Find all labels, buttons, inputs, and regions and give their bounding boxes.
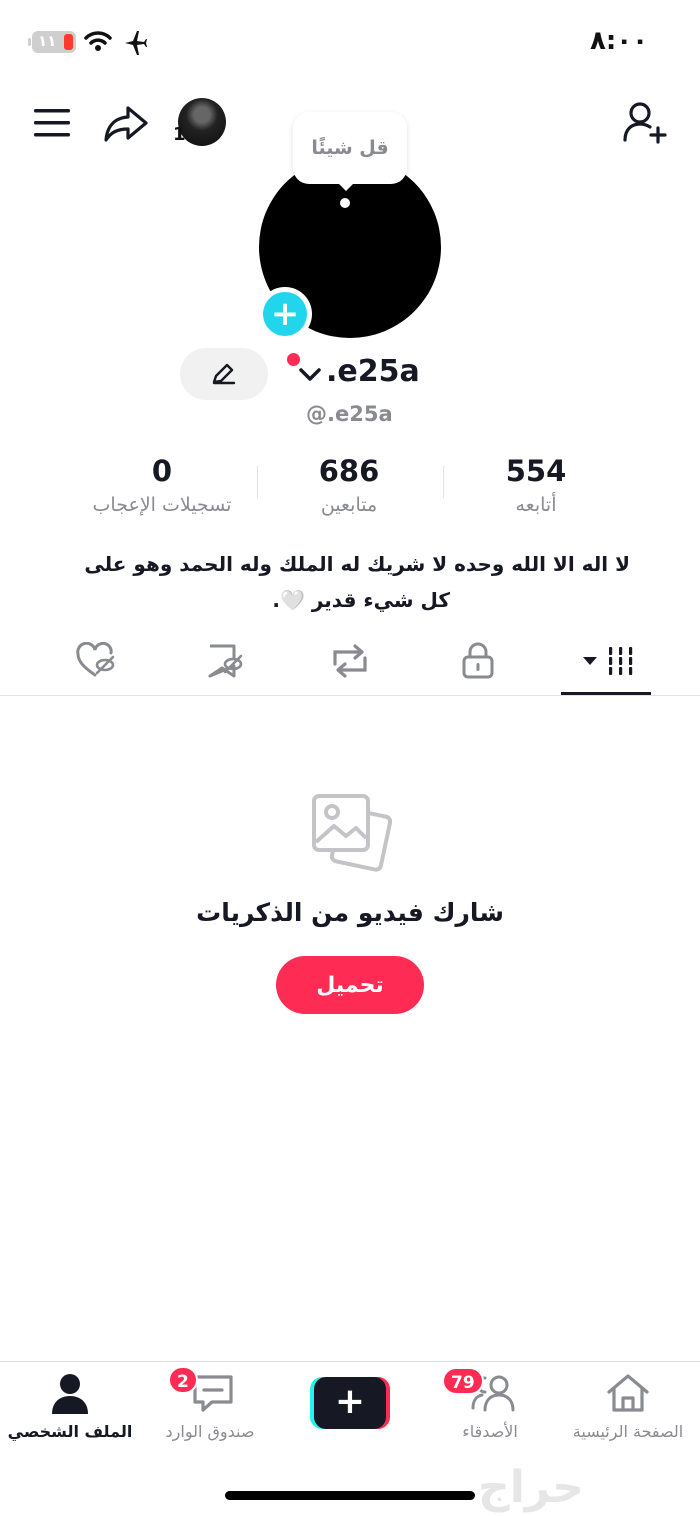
note-bubble[interactable]: قل شيئًا [293,112,407,184]
note-bubble-tail [337,182,355,191]
bottom-nav-divider [0,1361,700,1362]
battery-icon: ١١ [28,31,76,53]
notification-dot [287,353,300,366]
likes-stat[interactable]: 0 تسجيلات الإعجاب [62,454,262,516]
following-stat[interactable]: 554 أتابعه [436,454,636,516]
create-plus-icon: + [314,1377,386,1429]
watermark-logo: حراج [478,1462,584,1513]
inbox-badge: 2 [168,1366,198,1394]
bio: لا اله الا الله وحده لا شريك له الملك ول… [40,546,630,618]
username: @.e25a [306,402,393,426]
empty-state-title: شارك فيديو من الذكريات [196,898,504,927]
photos-icon [312,794,392,872]
bio-line: لا اله الا الله وحده لا شريك له الملك ول… [84,552,630,576]
create-button[interactable]: + [310,1377,390,1429]
tab-reposts[interactable] [310,638,390,684]
plus-icon: + [263,292,307,336]
friends-badge: 79 [442,1367,484,1395]
nav-home-label: الصفحة الرئيسية [572,1422,684,1441]
story-count: 1 [173,124,186,145]
tab-videos[interactable] [566,638,646,684]
nav-inbox-label: صندوق الوارد [165,1422,255,1441]
following-label: أتابعه [515,494,557,516]
tab-private[interactable] [438,638,518,684]
likes-label: تسجيلات الإعجاب [92,494,232,516]
nav-inbox[interactable]: 2 صندوق الوارد [140,1366,280,1452]
profile-icon [52,1374,88,1414]
nav-profile[interactable]: الملف الشخصي [0,1372,140,1452]
followers-count: 686 [318,454,380,488]
followers-stat[interactable]: 686 متابعين [249,454,449,516]
edit-profile-button[interactable] [180,348,268,400]
liked-hidden-icon [76,642,115,677]
share-arrow-icon[interactable] [102,102,150,146]
bio-line: كل شيء قدير 🤍. [272,588,450,612]
home-icon [607,1374,649,1412]
lock-icon [462,642,494,679]
followers-label: متابعين [320,494,378,516]
pencil-icon [212,363,236,385]
upload-button[interactable]: تحميل [276,956,424,1014]
tab-divider [0,695,700,696]
wifi-icon [84,31,112,51]
favorites-hidden-icon [208,644,243,678]
airplane-icon [125,31,147,55]
tab-favorites[interactable] [184,638,264,684]
tab-liked[interactable] [56,638,136,684]
following-count: 554 [505,454,567,488]
nav-profile-label: الملف الشخصي [7,1422,133,1441]
nav-friends-label: الأصدقاء [462,1422,518,1441]
nav-friends[interactable]: 79 الأصدقاء [420,1367,560,1452]
nav-home[interactable]: الصفحة الرئيسية [558,1372,698,1452]
repost-icon [333,644,367,678]
add-story-button[interactable]: + [258,287,312,341]
hamburger-menu-icon[interactable] [32,106,72,140]
chevron-down-icon[interactable] [298,366,322,384]
likes-count: 0 [151,454,173,488]
home-indicator[interactable] [225,1491,475,1500]
display-name[interactable]: .e25a [326,354,420,389]
status-time: ٨:٠٠ [590,26,649,56]
add-user-icon[interactable] [622,100,670,146]
note-bubble-dot [340,198,350,208]
battery-level: ١١ [38,32,57,50]
videos-grid-icon [583,647,633,675]
